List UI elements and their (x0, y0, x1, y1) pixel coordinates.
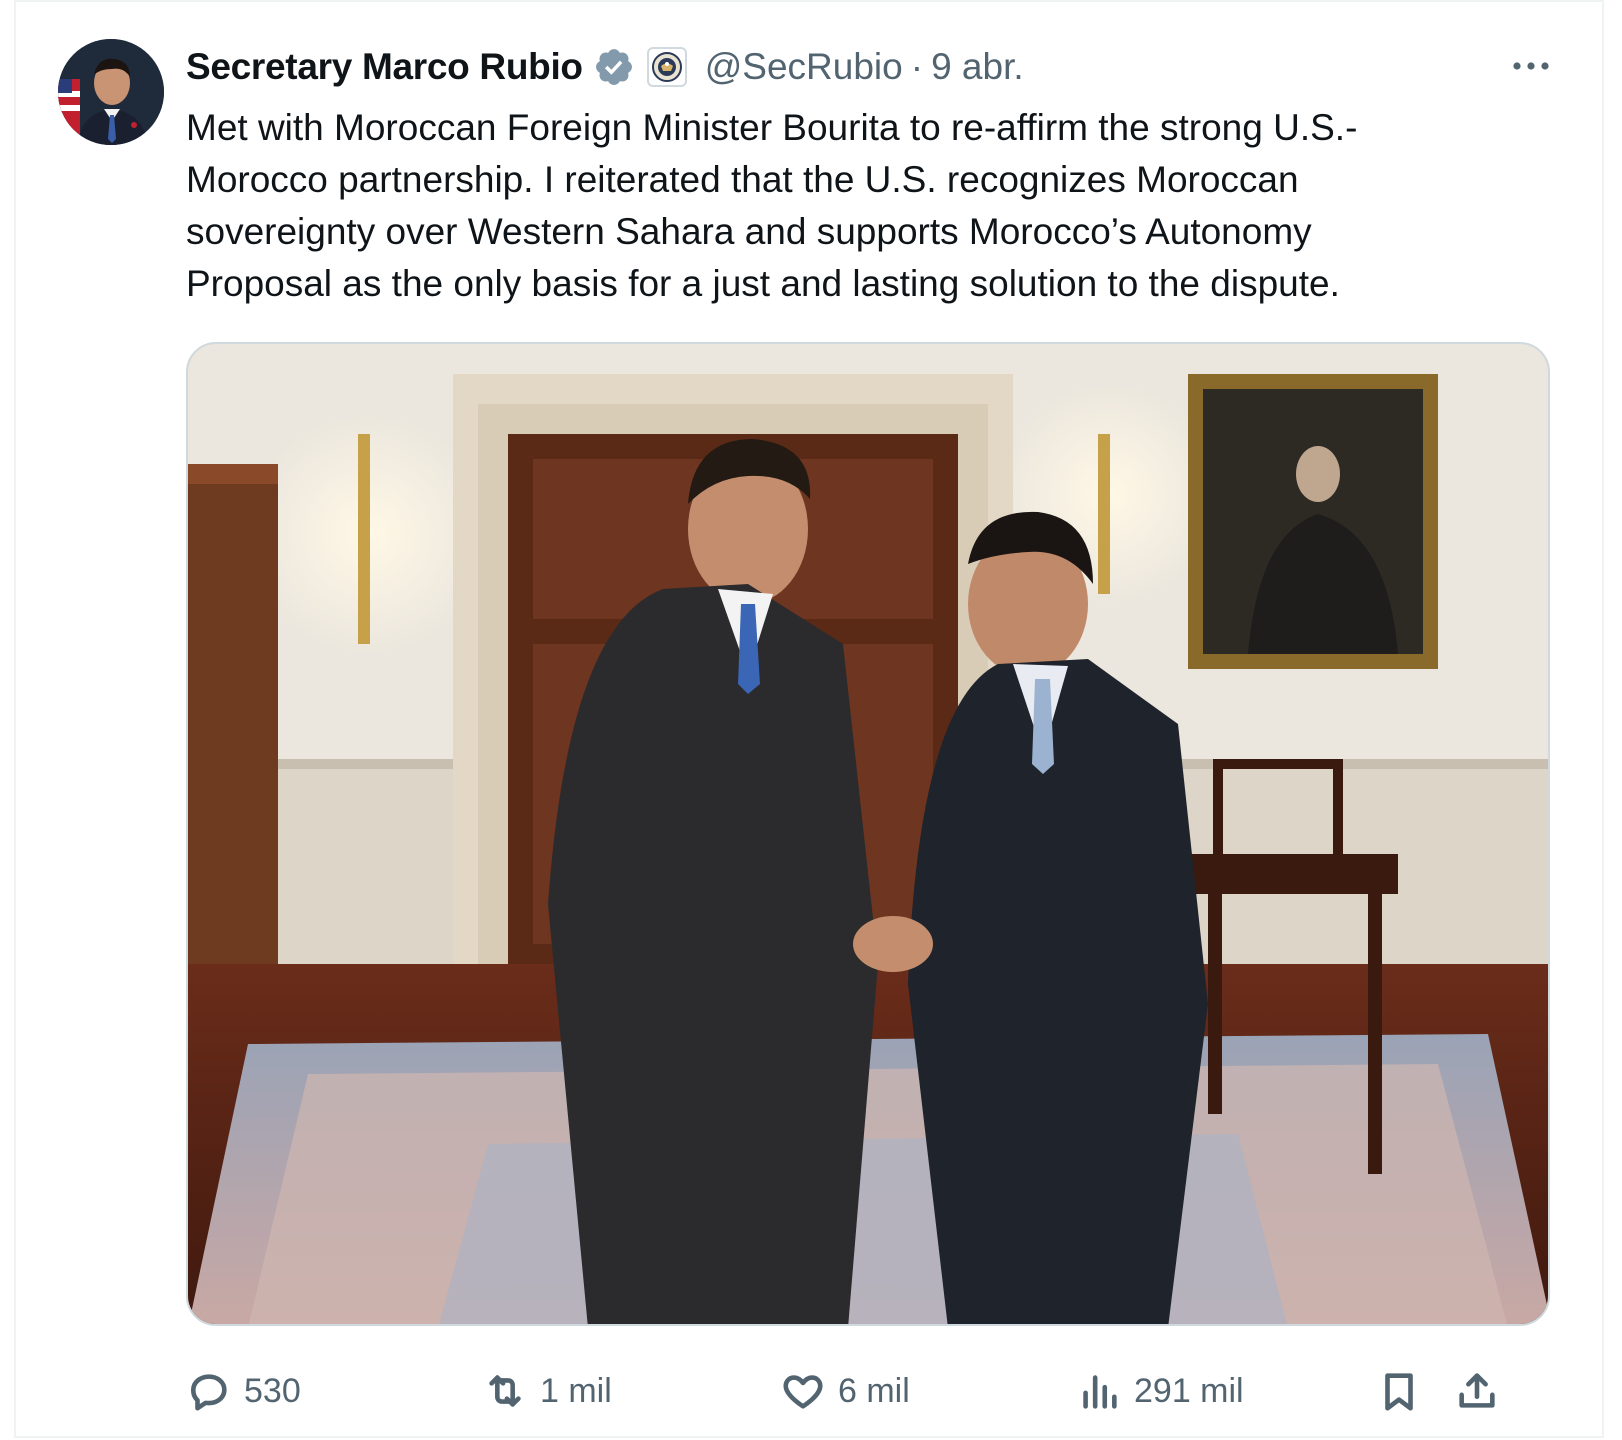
tweet-text-line: Morocco partnership. I reiterated that t… (186, 159, 1299, 200)
author-display-name[interactable]: Secretary Marco Rubio (186, 46, 583, 88)
avatar-image (58, 39, 164, 145)
header-separator: · (910, 46, 924, 87)
share-button[interactable] (1454, 1364, 1500, 1418)
reply-button[interactable]: 530 (186, 1364, 301, 1418)
author-handle[interactable]: @SecRubio (705, 46, 903, 88)
handshake-photo (188, 344, 1548, 1324)
tweet-header: Secretary Marco Rubio @SecRubio · 9 abr. (186, 42, 1024, 92)
repost-button[interactable]: 1 mil (482, 1364, 612, 1418)
author-avatar[interactable] (58, 39, 164, 145)
share-icon (1459, 1373, 1495, 1408)
bookmark-button[interactable] (1376, 1364, 1422, 1418)
affiliate-seal-icon[interactable] (646, 47, 687, 87)
tweet-date[interactable]: 9 abr. (931, 46, 1024, 88)
reply-icon (190, 1374, 227, 1411)
heart-icon (783, 1375, 823, 1409)
bookmark-icon (1385, 1373, 1413, 1411)
analytics-icon (1083, 1375, 1117, 1409)
repost-icon (489, 1375, 521, 1407)
tweet-text-line: sovereignty over Western Sahara and supp… (186, 211, 1312, 252)
repost-count: 1 mil (540, 1371, 612, 1410)
tweet-actions: 530 1 mil 6 mil 291 mil (186, 1364, 1556, 1418)
reply-count: 530 (244, 1371, 301, 1410)
like-button[interactable]: 6 mil (780, 1364, 910, 1418)
tweet-photo[interactable] (186, 342, 1550, 1326)
like-count: 6 mil (838, 1371, 910, 1410)
views-button[interactable]: 291 mil (1076, 1364, 1244, 1418)
tweet-card[interactable]: Secretary Marco Rubio @SecRubio · 9 abr. (14, 0, 1604, 1438)
tweet-text-line: Met with Moroccan Foreign Minister Bouri… (186, 107, 1358, 148)
tweet-text: Met with Moroccan Foreign Minister Bouri… (186, 102, 1546, 310)
verified-badge-icon[interactable] (593, 46, 635, 88)
more-options-button[interactable] (1506, 46, 1556, 86)
views-count: 291 mil (1134, 1371, 1244, 1410)
tweet-text-line: Proposal as the only basis for a just an… (186, 263, 1340, 304)
more-horizontal-icon (1513, 62, 1549, 70)
